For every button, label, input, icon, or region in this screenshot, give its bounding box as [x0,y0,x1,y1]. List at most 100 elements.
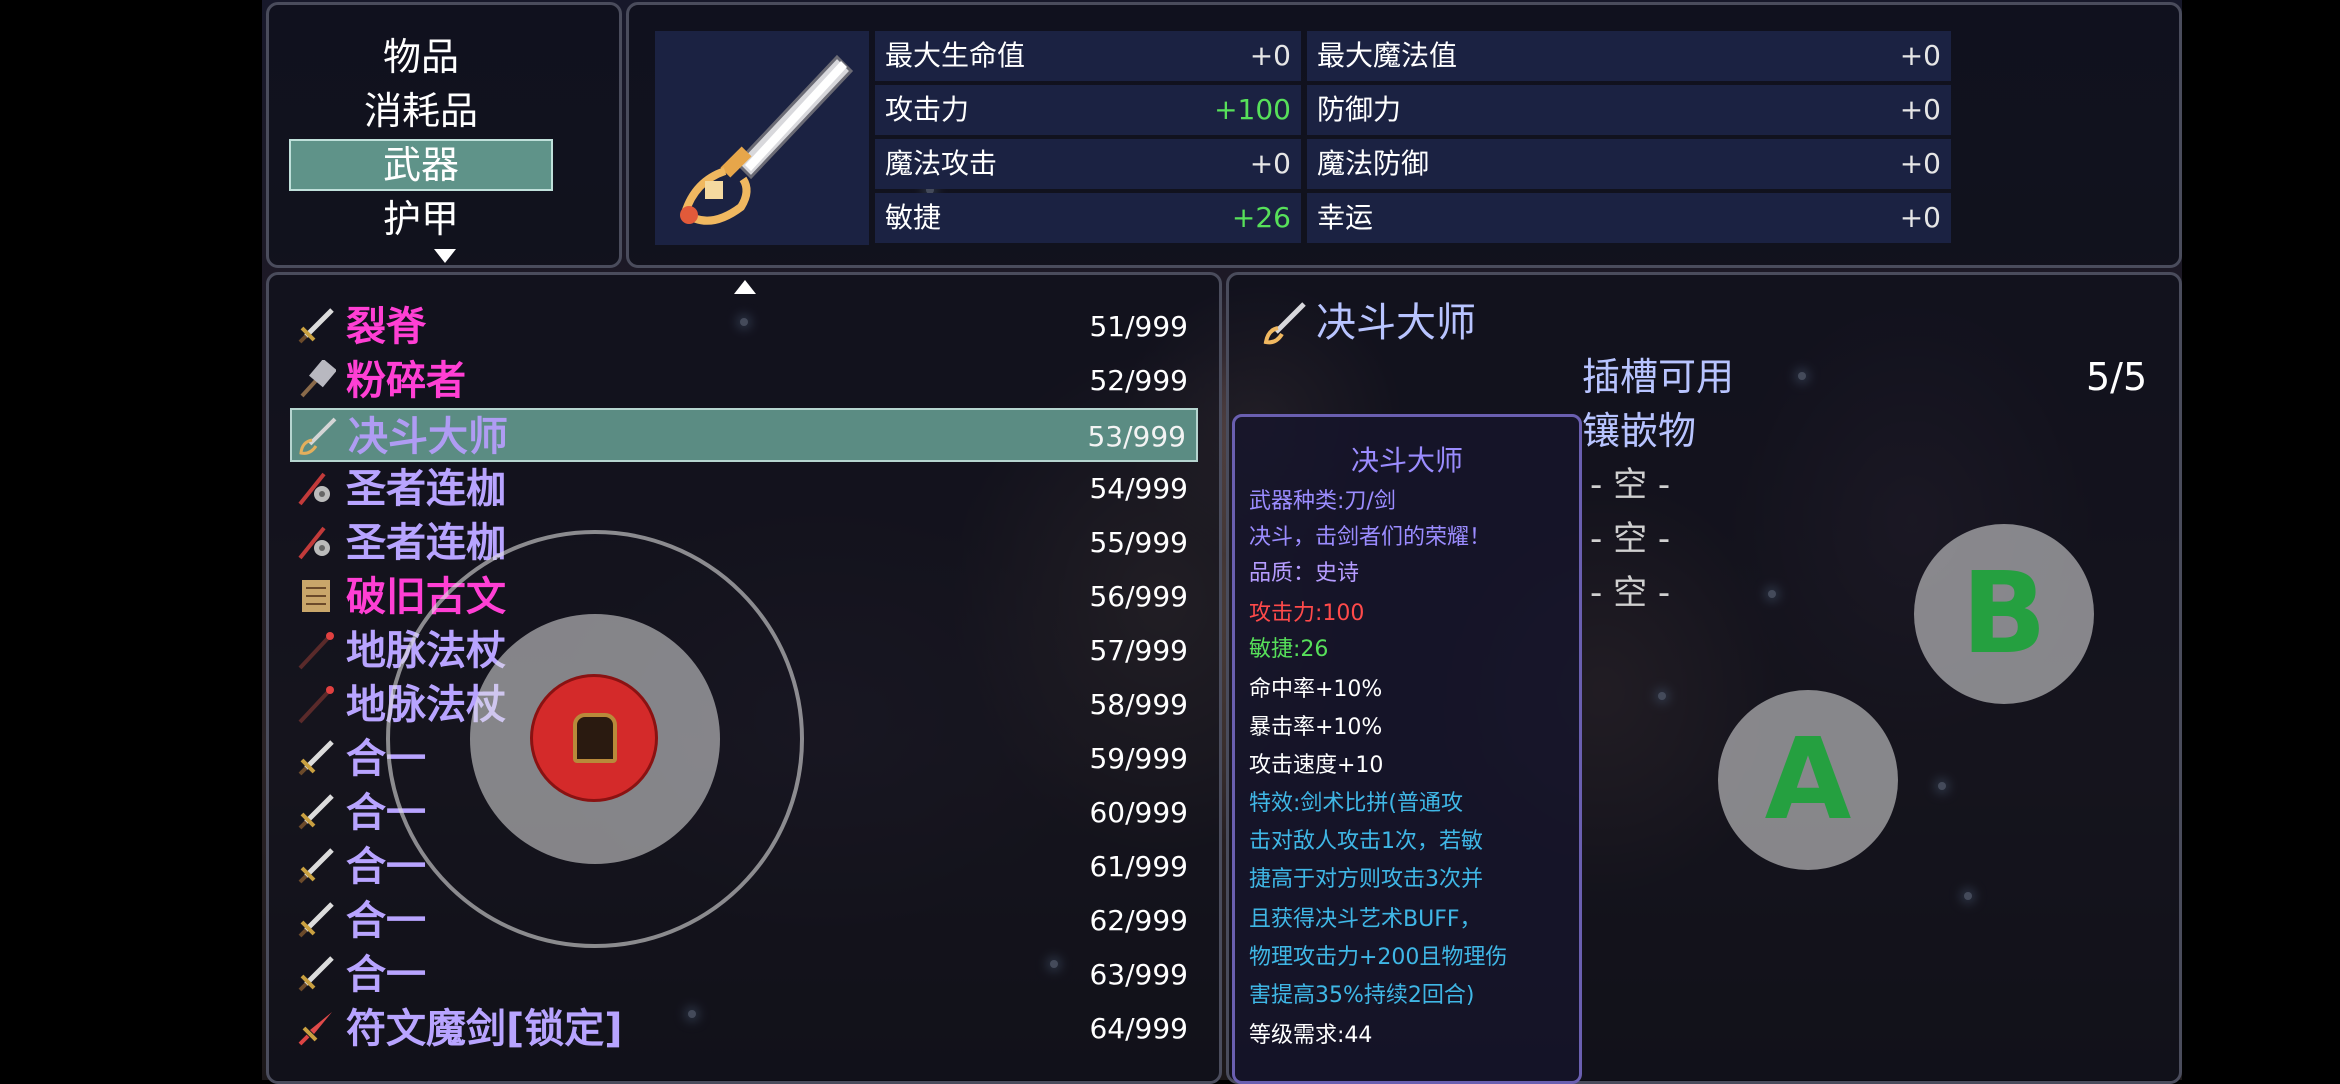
item-count: 51/999 [1089,310,1188,343]
sword-icon [296,306,336,346]
item-name: 粉碎者 [346,358,466,404]
item-row[interactable]: 合一 62/999 [290,894,1198,948]
scroll-down-icon[interactable] [434,249,456,263]
scroll-icon [296,576,336,616]
tooltip-line: 品质：史诗 [1249,561,1360,586]
sockets-value: 5/5 [2086,355,2148,399]
tab-weapons[interactable]: 武器 [289,139,553,191]
tooltip-line: 等级需求:44 [1249,1023,1373,1048]
tooltip-line: 攻击力:100 [1249,601,1365,626]
tooltip-title: 决斗大师 [1350,444,1463,477]
rune-sword-icon [296,1008,336,1048]
stat-value: +0 [1899,93,1941,126]
stats-panel: 最大生命值 +0 最大魔法值 +0 攻击力 +100 防御力 +0 魔法攻击 +… [626,2,2182,268]
detail-item-name: 决斗大师 [1316,300,1476,346]
staff-icon [296,684,336,724]
joystick-knob[interactable] [530,674,658,802]
item-count: 63/999 [1089,958,1188,991]
b-button[interactable]: B [1914,524,2094,704]
item-row[interactable]: 符文魔剑[锁定] 64/999 [290,1002,1198,1056]
item-row[interactable]: 粉碎者 52/999 [290,354,1198,408]
item-count: 55/999 [1089,526,1188,559]
stat-label: 防御力 [1317,93,1402,126]
weapon-preview [655,31,869,245]
tooltip-line: 害提高35%持续2回合) [1249,983,1475,1008]
item-name: 决斗大师 [348,414,508,460]
gem-slot[interactable]: - 空 - [1590,460,1670,510]
category-panel: 物品 消耗品 武器 护甲 [266,2,622,268]
tooltip-line: 捷高于对方则攻击3次并 [1249,867,1483,892]
item-row[interactable]: 合一 63/999 [290,948,1198,1002]
item-count: 56/999 [1089,580,1188,613]
rapier-icon [298,416,338,456]
stat-value: +100 [1214,93,1291,126]
tooltip-line: 且获得决斗艺术BUFF， [1249,907,1482,932]
stat-label: 幸运 [1317,201,1374,234]
tab-armor[interactable]: 护甲 [289,193,553,245]
stat-value: +0 [1899,201,1941,234]
stat-value: +26 [1231,201,1291,234]
stat-value: +0 [1249,147,1291,180]
item-name: 合一 [346,952,426,998]
flail-icon [296,468,336,508]
sword-icon [296,846,336,886]
stat-label: 最大生命值 [885,39,1026,72]
flail-icon [296,522,336,562]
stat-magic-defense: 魔法防御 +0 [1307,139,1951,189]
stat-label: 攻击力 [885,93,970,126]
item-row[interactable]: 决斗大师 53/999 [290,408,1198,462]
item-count: 60/999 [1089,796,1188,829]
item-count: 57/999 [1089,634,1188,667]
item-count: 52/999 [1089,364,1188,397]
stat-max-hp: 最大生命值 +0 [875,31,1301,81]
tooltip-line: 物理攻击力+200且物理伤 [1249,945,1508,970]
sword-icon [296,792,336,832]
tooltip-line: 攻击速度+10 [1249,753,1384,778]
sword-icon [296,954,336,994]
item-name: 合一 [346,844,426,890]
rapier-icon [680,54,854,225]
stat-max-mp: 最大魔法值 +0 [1307,31,1951,81]
item-row[interactable]: 圣者连枷 54/999 [290,462,1198,516]
tooltip-line: 决斗，击剑者们的荣耀！ [1249,525,1492,550]
gem-slot[interactable]: - 空 - [1590,568,1670,618]
item-count: 58/999 [1089,688,1188,721]
stat-value: +0 [1899,39,1941,72]
item-count: 62/999 [1089,904,1188,937]
joystick-emblem-icon [573,713,617,763]
item-name: 符文魔剑[锁定] [346,1006,623,1052]
sword-icon [296,900,336,940]
tooltip-line: 命中率+10% [1249,677,1383,702]
stat-label: 最大魔法值 [1317,39,1458,72]
item-row[interactable]: 裂脊 51/999 [290,300,1198,354]
item-row[interactable]: 圣者连枷 55/999 [290,516,1198,570]
item-name: 合一 [346,898,426,944]
stat-label: 魔法防御 [1317,147,1430,180]
stat-label: 敏捷 [885,201,942,234]
item-count: 53/999 [1087,420,1186,453]
stat-value: +0 [1249,39,1291,72]
rapier-icon [1263,302,1306,345]
item-count: 64/999 [1089,1012,1188,1045]
b-button-label: B [1961,549,2047,679]
item-tooltip: 决斗大师 武器种类:刀/剑 决斗，击剑者们的荣耀！ 品质：史诗 攻击力:100 敏捷:2… [1232,414,1582,1084]
stat-label: 魔法攻击 [885,147,998,180]
sockets-label: 插槽可用 [1582,355,1735,399]
scroll-up-icon[interactable] [734,280,756,294]
item-count: 54/999 [1089,472,1188,505]
tooltip-line: 暴击率+10% [1249,715,1383,740]
a-button-label: A [1764,715,1852,845]
a-button[interactable]: A [1718,690,1898,870]
staff-icon [296,630,336,670]
hammer-icon [296,358,337,400]
gem-slot[interactable]: - 空 - [1590,514,1670,564]
item-count: 61/999 [1089,850,1188,883]
item-name: 裂脊 [346,304,426,350]
item-name: 圣者连枷 [346,466,506,512]
tab-consumables[interactable]: 消耗品 [289,85,553,137]
tab-items[interactable]: 物品 [289,31,553,83]
stat-luck: 幸运 +0 [1307,193,1951,243]
stat-attack: 攻击力 +100 [875,85,1301,135]
stat-value: +0 [1899,147,1941,180]
stat-magic-attack: 魔法攻击 +0 [875,139,1301,189]
